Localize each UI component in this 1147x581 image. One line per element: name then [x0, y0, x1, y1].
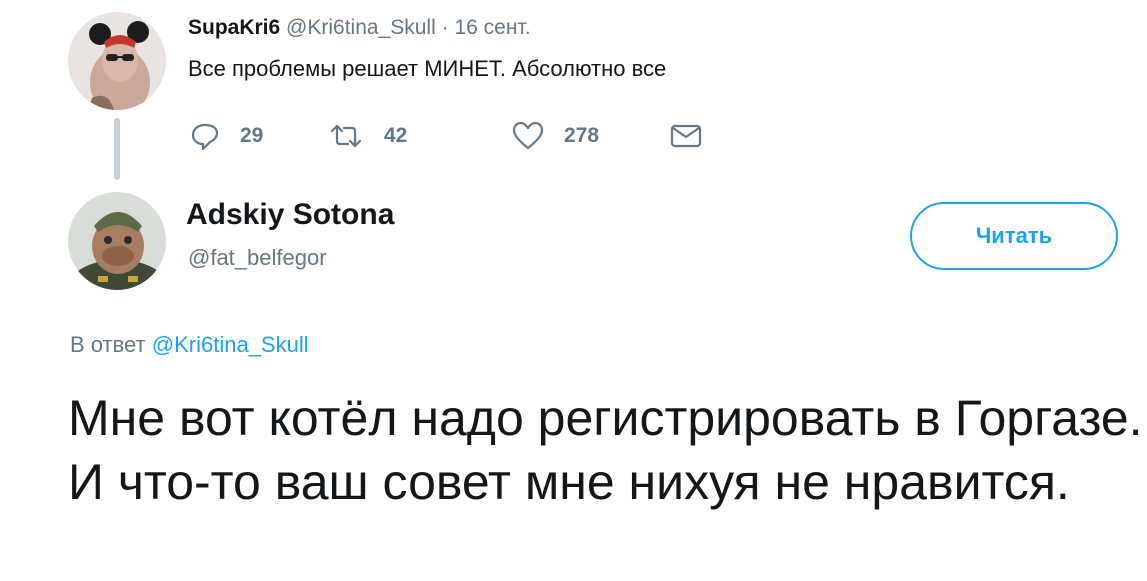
tweet-text: Все проблемы решает МИНЕТ. Абсолютно все [188, 56, 667, 81]
reply-button[interactable]: 29 [190, 118, 263, 154]
retweet-count: 42 [384, 124, 408, 147]
thread-connector [114, 118, 120, 180]
separator-dot: · [441, 16, 449, 39]
tweet-date[interactable]: 16 сент. [454, 16, 530, 39]
reply-count: 29 [240, 124, 264, 147]
follow-button[interactable]: Читать [910, 202, 1118, 270]
message-icon [670, 124, 702, 148]
avatar-image [68, 192, 166, 290]
reply-author-handle[interactable]: @fat_belfegor [188, 245, 327, 271]
retweet-button[interactable]: 42 [328, 118, 407, 154]
direct-message-button[interactable] [670, 118, 702, 154]
like-button[interactable]: 278 [512, 118, 599, 154]
reply-icon [191, 123, 219, 151]
reply-context: В ответ @Kri6tina_Skull [70, 332, 309, 358]
avatar-image [68, 12, 166, 110]
reply-mention-link[interactable]: @Kri6tina_Skull [152, 332, 309, 357]
retweet-icon [330, 124, 362, 148]
tweet-header: SupaKri6 @Kri6tina_Skull · 16 сент. [188, 16, 531, 40]
like-count: 278 [564, 124, 600, 147]
author-handle[interactable]: @Kri6tina_Skull [286, 16, 436, 39]
avatar[interactable] [68, 192, 166, 290]
like-icon [512, 121, 544, 150]
avatar[interactable] [68, 12, 166, 110]
author-name[interactable]: SupaKri6 [188, 16, 280, 39]
reply-author-name[interactable]: Adskiy Sotona [186, 198, 394, 232]
reply-context-prefix: В ответ [70, 332, 146, 357]
reply-tweet-text: Мне вот котёл надо регистрировать в Горг… [68, 390, 1143, 510]
